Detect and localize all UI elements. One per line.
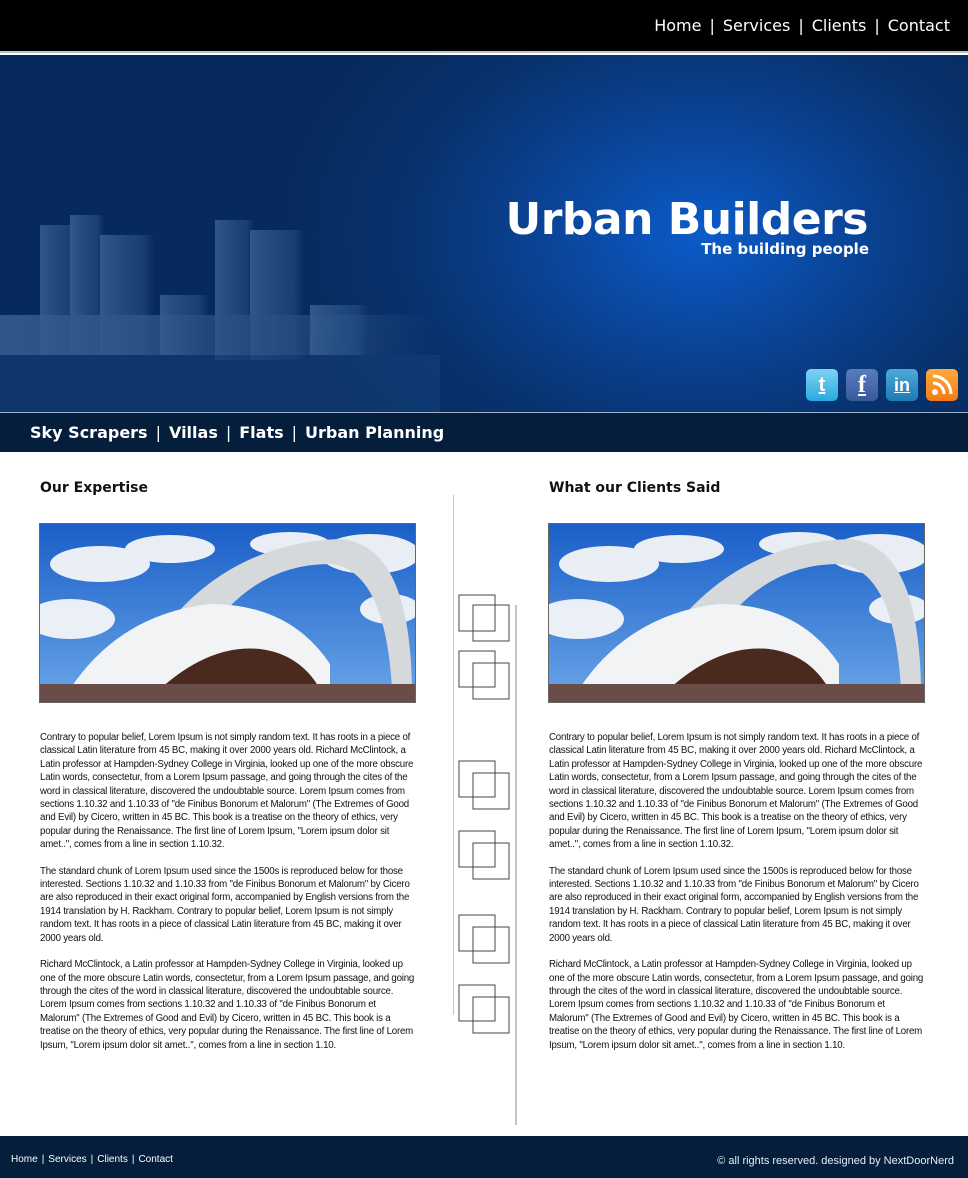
nav-separator: | <box>291 423 298 442</box>
nav-separator: | <box>874 16 880 35</box>
footer-home-link[interactable]: Home <box>11 1154 38 1165</box>
footer-services-link[interactable]: Services <box>48 1154 86 1165</box>
nav-separator: | <box>90 1154 94 1165</box>
nav-separator: | <box>798 16 804 35</box>
top-nav-services-link[interactable]: Services <box>723 16 790 35</box>
category-sky-scrapers[interactable]: Sky Scrapers <box>30 423 148 442</box>
testimonial-paragraph: Contrary to popular belief, Lorem Ipsum … <box>549 732 923 851</box>
nav-separator: | <box>709 16 715 35</box>
footer-contact-link[interactable]: Contact <box>138 1154 172 1165</box>
site-title: Urban Builders <box>505 194 868 245</box>
testimonials-text: Contrary to popular belief, Lorem Ipsum … <box>549 731 925 1065</box>
hero-banner: Urban Builders The building people t f i… <box>0 55 968 412</box>
footer-nav: Home | Services | Clients | Contact <box>11 1154 173 1165</box>
expertise-heading: Our Expertise <box>40 480 148 496</box>
footer-clients-link[interactable]: Clients <box>97 1154 128 1165</box>
footer: Home | Services | Clients | Contact © al… <box>0 1136 968 1178</box>
city-skyline-image <box>0 215 440 412</box>
linkedin-icon[interactable]: in <box>886 369 918 401</box>
top-nav-clients-link[interactable]: Clients <box>812 16 867 35</box>
expertise-text: Contrary to popular belief, Lorem Ipsum … <box>40 731 416 1065</box>
category-urban-planning[interactable]: Urban Planning <box>305 423 444 442</box>
nav-separator: | <box>225 423 232 442</box>
auditorium-image <box>40 524 415 702</box>
rss-icon[interactable] <box>926 369 958 401</box>
top-nav-contact-link[interactable]: Contact <box>888 16 950 35</box>
category-flats[interactable]: Flats <box>239 423 283 442</box>
auditorium-image <box>549 524 924 702</box>
top-nav: Home | Services | Clients | Contact <box>654 16 950 35</box>
copyright-text: © all rights reserved. designed by NextD… <box>717 1155 954 1167</box>
rss-glyph <box>932 374 953 395</box>
twitter-icon[interactable]: t <box>806 369 838 401</box>
top-bar: Home | Services | Clients | Contact <box>0 0 968 53</box>
testimonials-photo <box>548 523 925 703</box>
testimonial-paragraph: The standard chunk of Lorem Ipsum used s… <box>549 865 919 944</box>
expertise-paragraph: Contrary to popular belief, Lorem Ipsum … <box>40 732 414 851</box>
category-nav: Sky Scrapers | Villas | Flats | Urban Pl… <box>0 412 968 452</box>
decorative-divider <box>453 495 517 1125</box>
expertise-paragraph: Richard McClintock, a Latin professor at… <box>40 959 415 1051</box>
facebook-icon[interactable]: f <box>846 369 878 401</box>
site-tagline: The building people <box>701 240 869 258</box>
category-villas[interactable]: Villas <box>169 423 218 442</box>
testimonial-paragraph: Richard McClintock, a Latin professor at… <box>549 959 924 1051</box>
nav-separator: | <box>155 423 161 442</box>
testimonials-heading: What our Clients Said <box>549 480 721 496</box>
expertise-paragraph: The standard chunk of Lorem Ipsum used s… <box>40 865 410 944</box>
expertise-photo <box>39 523 416 703</box>
nav-separator: | <box>131 1154 135 1165</box>
nav-separator: | <box>41 1154 45 1165</box>
top-nav-home-link[interactable]: Home <box>654 16 701 35</box>
